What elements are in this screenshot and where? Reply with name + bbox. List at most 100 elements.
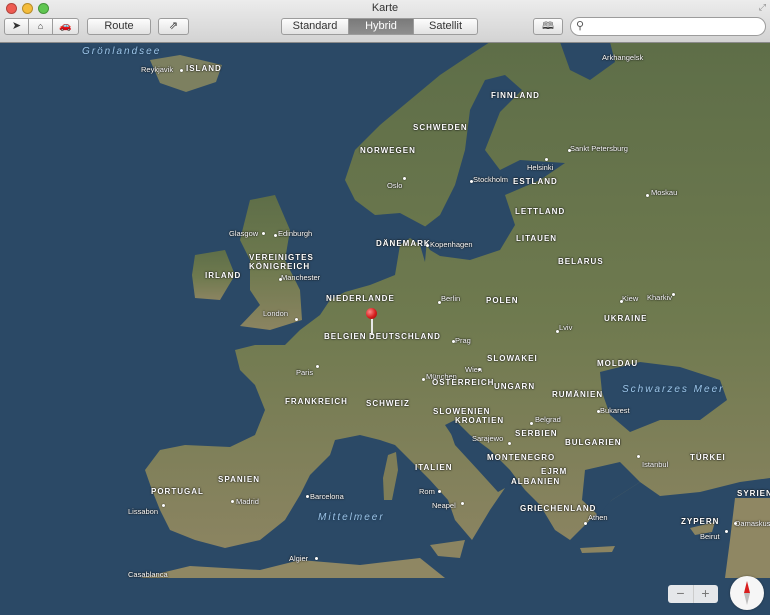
country-label: FRANKREICH — [285, 397, 348, 406]
city-label[interactable]: Manchester — [281, 273, 320, 282]
city-label[interactable]: Bukarest — [600, 406, 630, 415]
country-label: SCHWEIZ — [366, 399, 410, 408]
country-label: BELARUS — [558, 257, 604, 266]
city-label[interactable]: Athen — [588, 513, 608, 522]
country-label: ZYPERN — [681, 517, 720, 526]
route-button[interactable]: Route — [87, 18, 151, 35]
ocean-label: Grönlandsee — [82, 46, 162, 57]
city-label[interactable]: Paris — [296, 368, 313, 377]
compass-icon — [744, 581, 750, 605]
country-label: ÖSTERREICH — [432, 378, 495, 387]
city-label[interactable]: Prag — [455, 336, 471, 345]
compass-button[interactable] — [730, 576, 764, 610]
city-dot-icon — [672, 293, 675, 296]
country-label: KÖNIGREICH — [249, 262, 311, 271]
city-label[interactable]: Belgrad — [535, 415, 561, 424]
city-dot-icon — [315, 557, 318, 560]
country-label: SCHWEDEN — [413, 123, 468, 132]
bookmarks-icon: 🕮 — [542, 21, 554, 32]
city-label[interactable]: Moskau — [651, 188, 677, 197]
country-label: PORTUGAL — [151, 487, 204, 496]
zoom-in-button[interactable]: + — [693, 585, 718, 603]
city-label[interactable]: Berlin — [441, 294, 460, 303]
tab-standard[interactable]: Standard — [281, 18, 349, 35]
city-label[interactable]: London — [263, 309, 288, 318]
zoom-control: − + — [668, 585, 718, 603]
traffic-button[interactable]: 🚗 — [52, 18, 79, 35]
map-view[interactable]: Grönlandsee Reykjavik ISLAND Arkhangelsk FIN… — [0, 42, 770, 610]
city-label[interactable]: Sarajewo — [472, 434, 503, 443]
city-label[interactable]: Istanbul — [642, 460, 668, 469]
window-title: Karte — [371, 2, 399, 14]
country-label: GRIECHENLAND — [520, 504, 597, 513]
country-label: EJRM — [541, 467, 568, 476]
city-label[interactable]: Kharkiv — [647, 293, 672, 302]
3d-buildings-icon: ⌂ — [37, 21, 44, 31]
city-label[interactable]: Barcelona — [310, 492, 344, 501]
city-label[interactable]: Damaskus — [735, 519, 770, 528]
city-label[interactable]: Neapel — [432, 501, 456, 510]
ocean-label: Schwarzes Meer — [622, 384, 725, 395]
city-label[interactable]: Helsinki — [527, 163, 553, 172]
country-label: SLOWENIEN — [433, 407, 491, 416]
city-label[interactable]: Glasgow — [229, 229, 258, 238]
city-dot-icon — [584, 522, 587, 525]
tab-hybrid[interactable]: Hybrid — [348, 18, 414, 35]
bookmarks-button[interactable]: 🕮 — [533, 18, 563, 35]
city-dot-icon — [725, 530, 728, 533]
country-label: ALBANIEN — [511, 477, 561, 486]
country-label: DEUTSCHLAND — [369, 332, 441, 341]
city-label[interactable]: Beirut — [700, 532, 720, 541]
share-button[interactable]: ⇗ — [158, 18, 189, 35]
city-dot-icon — [637, 455, 640, 458]
country-label: VEREINIGTES — [249, 253, 314, 262]
city-label[interactable]: Edinburgh — [278, 229, 312, 238]
city-dot-icon — [316, 365, 319, 368]
country-label: DÄNEMARK — [376, 239, 431, 248]
city-dot-icon — [422, 378, 425, 381]
fullscreen-icon[interactable]: ⤢ — [759, 2, 766, 13]
country-label: TÜRKEI — [690, 453, 726, 462]
city-label[interactable]: Oslo — [387, 181, 402, 190]
country-label: UNGARN — [494, 382, 536, 391]
pin-head-icon — [366, 308, 377, 319]
city-dot-icon — [162, 504, 165, 507]
country-label: NIEDERLANDE — [326, 294, 395, 303]
city-dot-icon — [426, 244, 429, 247]
city-label[interactable]: Kopenhagen — [430, 240, 473, 249]
location-pin[interactable] — [366, 308, 378, 336]
city-dot-icon — [620, 300, 623, 303]
search-field[interactable]: ⚲ — [570, 17, 766, 36]
country-label: FINNLAND — [491, 91, 540, 100]
city-dot-icon — [231, 500, 234, 503]
current-location-button[interactable]: ➤ — [4, 18, 29, 35]
city-dot-icon — [478, 368, 481, 371]
city-label[interactable]: Kiew — [622, 294, 638, 303]
city-dot-icon — [438, 490, 441, 493]
city-label[interactable]: Lissabon — [128, 507, 158, 516]
city-label[interactable]: Rom — [419, 487, 435, 496]
city-label[interactable]: Madrid — [236, 497, 259, 506]
city-label[interactable]: Algier — [289, 554, 308, 563]
city-label[interactable]: Lviv — [559, 323, 572, 332]
country-label: MOLDAU — [597, 359, 639, 368]
city-dot-icon — [646, 194, 649, 197]
country-label: SERBIEN — [515, 429, 558, 438]
city-label[interactable]: Arkhangelsk — [602, 53, 643, 62]
city-dot-icon — [180, 69, 183, 72]
country-label: IRLAND — [205, 271, 242, 280]
search-input[interactable] — [589, 19, 763, 35]
city-dot-icon — [568, 149, 571, 152]
city-label[interactable]: Reykjavik — [141, 65, 173, 74]
city-dot-icon — [279, 278, 282, 281]
3d-button[interactable]: ⌂ — [28, 18, 53, 35]
country-label: BELGIEN — [324, 332, 367, 341]
country-label: SLOWAKEI — [487, 354, 538, 363]
country-label: MONTENEGRO — [487, 453, 556, 462]
city-label[interactable]: Stockholm — [473, 175, 508, 184]
city-label[interactable]: Sankt Petersburg — [570, 144, 628, 153]
country-label: ESTLAND — [513, 177, 558, 186]
tab-satellit[interactable]: Satellit — [413, 18, 478, 35]
zoom-out-button[interactable]: − — [668, 585, 694, 603]
location-arrow-icon: ➤ — [11, 20, 22, 32]
